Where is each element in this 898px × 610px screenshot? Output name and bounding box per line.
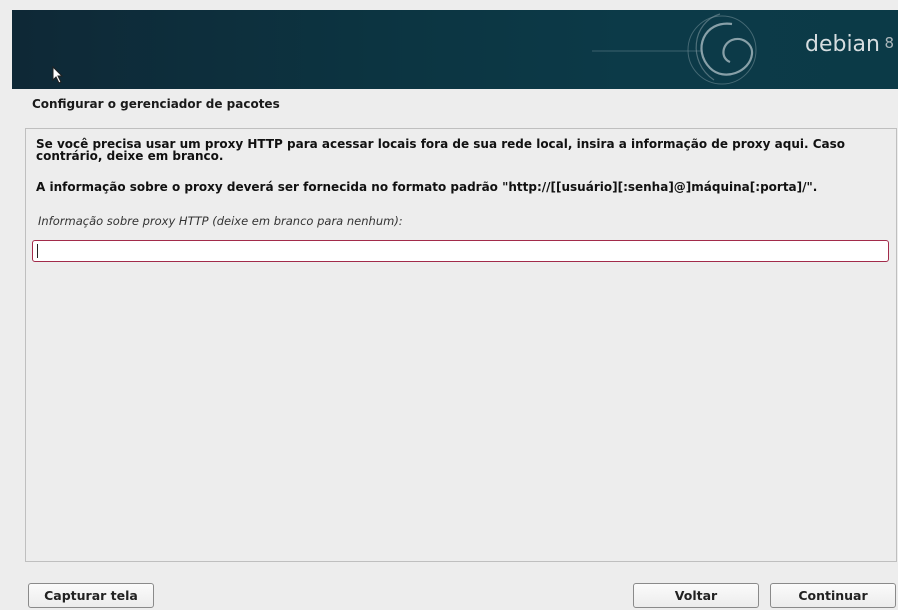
proxy-description: Se você precisa usar um proxy HTTP para … xyxy=(36,137,846,163)
proxy-field-label: Informação sobre proxy HTTP (deixe em br… xyxy=(38,214,403,228)
mouse-pointer-icon xyxy=(52,66,64,84)
installer-window: debian 8 Configurar o gerenciador de pac… xyxy=(0,0,898,610)
back-button[interactable]: Voltar xyxy=(633,583,759,608)
proxy-format-description: A informação sobre o proxy deverá ser fo… xyxy=(36,180,818,194)
page-title: Configurar o gerenciador de pacotes xyxy=(32,97,280,111)
continue-button[interactable]: Continuar xyxy=(770,583,896,608)
debian-version: 8 xyxy=(884,34,894,52)
text-caret xyxy=(37,244,38,258)
debian-banner: debian 8 xyxy=(12,10,898,89)
screenshot-button[interactable]: Capturar tela xyxy=(28,583,154,608)
debian-swirl-logo xyxy=(592,13,757,85)
proxy-input[interactable] xyxy=(32,240,889,262)
debian-wordmark: debian xyxy=(804,32,880,57)
